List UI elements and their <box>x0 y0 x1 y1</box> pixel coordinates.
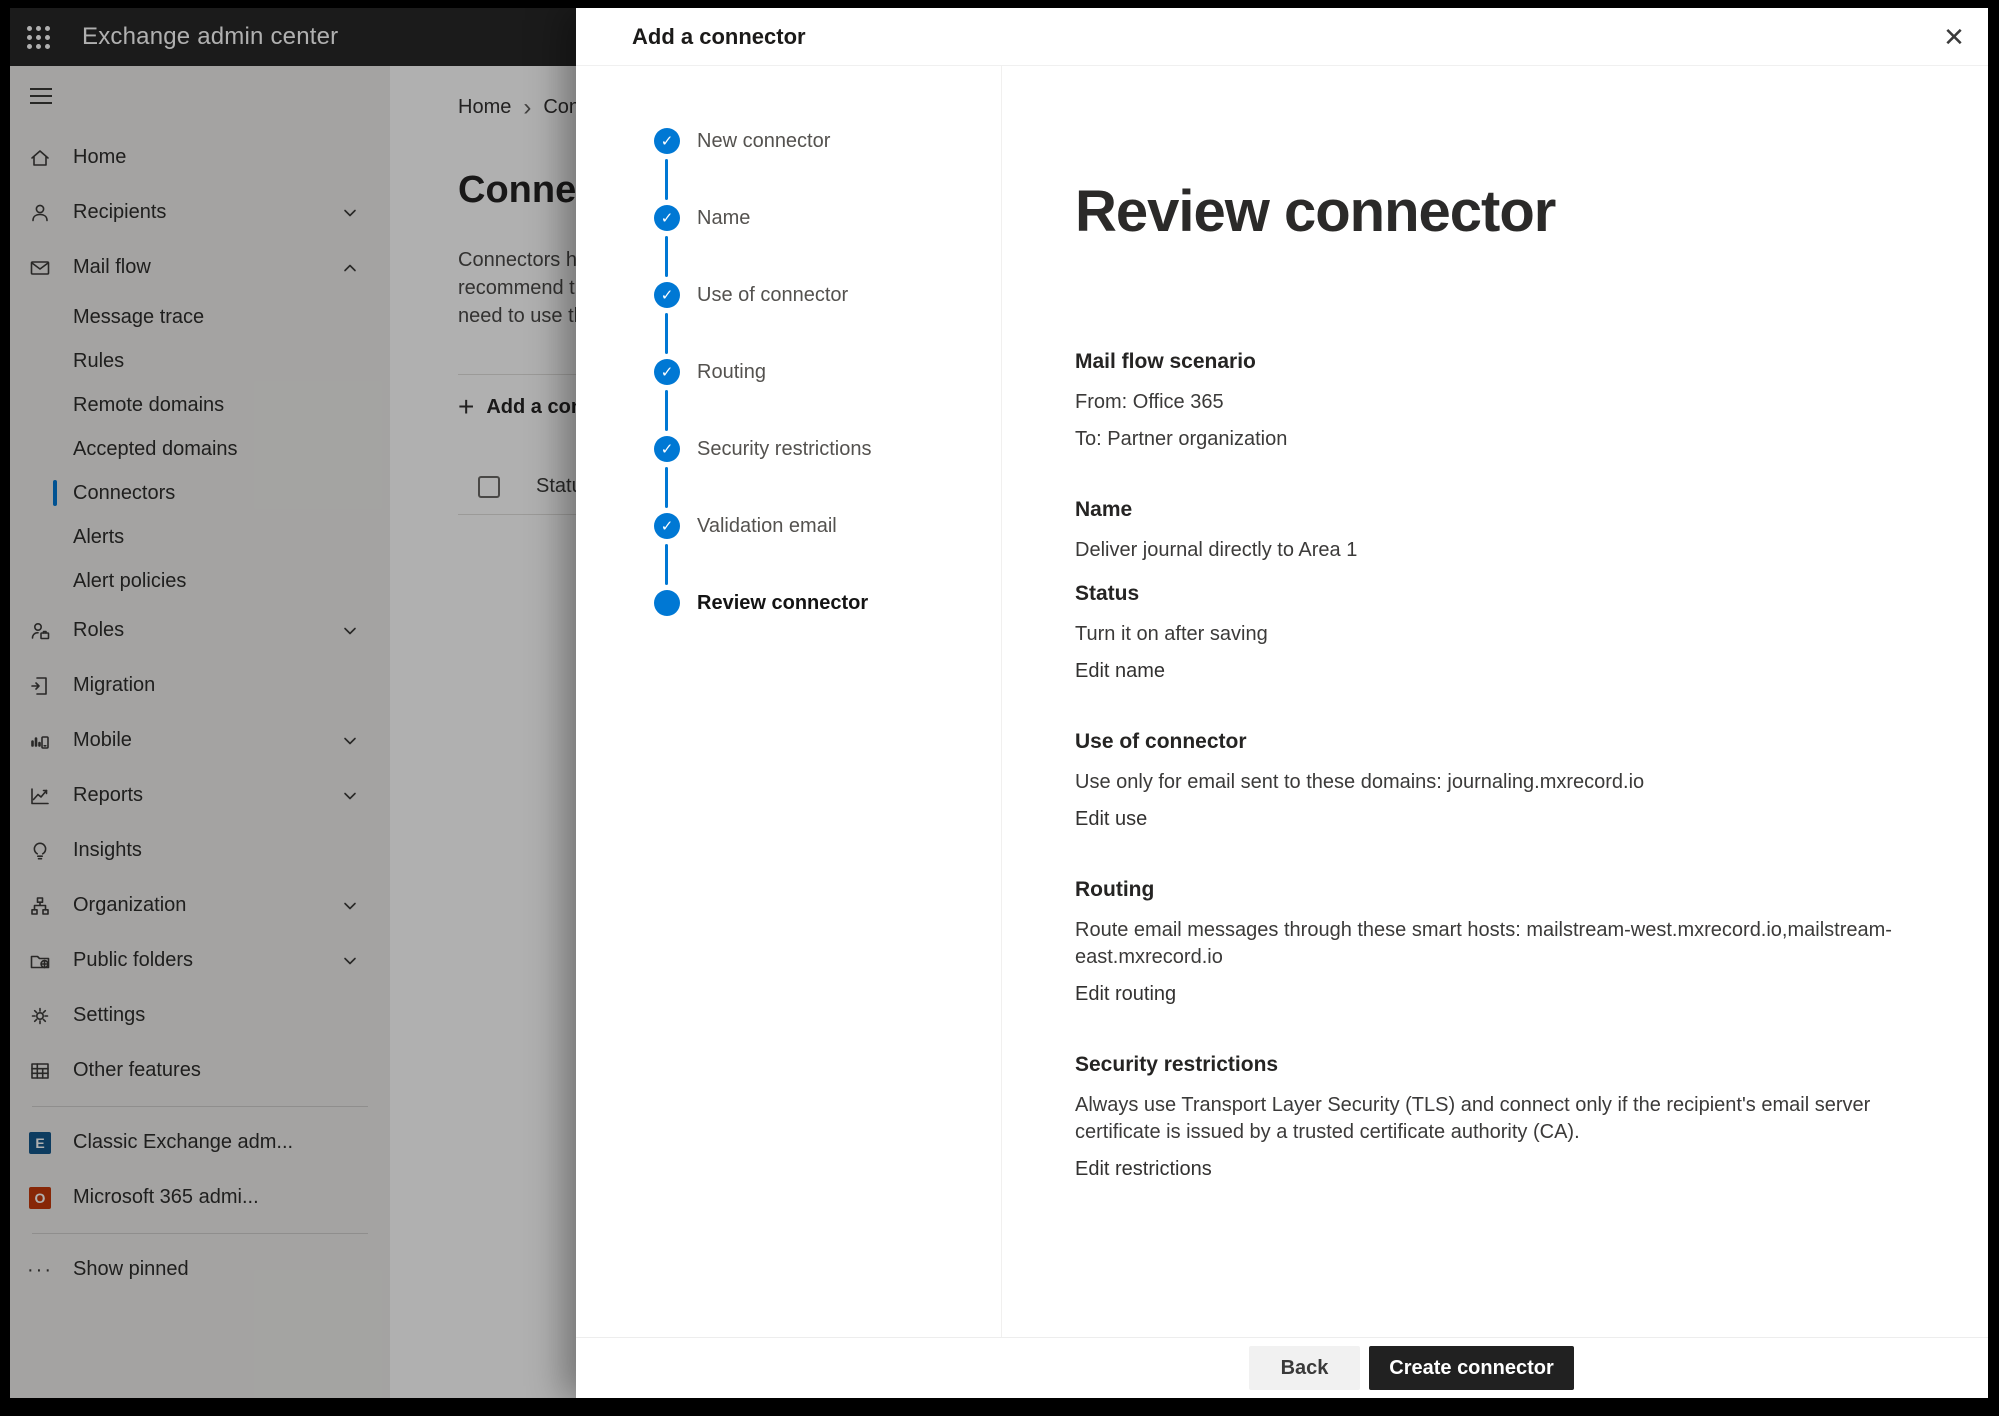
section-use-of-connector: Use of connector Use only for email sent… <box>1075 728 1915 833</box>
edit-use-link[interactable]: Edit use <box>1075 806 1147 833</box>
section-title: Use of connector <box>1075 728 1915 755</box>
section-title: Mail flow scenario <box>1075 348 1915 375</box>
edit-name-link[interactable]: Edit name <box>1075 658 1165 685</box>
close-button[interactable]: ✕ <box>1936 19 1972 55</box>
step-check-icon: ✓ <box>654 436 680 462</box>
panel-header: Add a connector ✕ <box>576 8 1988 66</box>
back-button[interactable]: Back <box>1249 1346 1360 1390</box>
app-window: Exchange admin center Home Recipients Ma… <box>10 8 1988 1398</box>
step-use-of-connector[interactable]: ✓Use of connector <box>654 282 1001 359</box>
step-review-connector[interactable]: Review connector <box>654 590 1001 667</box>
panel-title: Add a connector <box>632 24 806 50</box>
section-line: Route email messages through these smart… <box>1075 917 1915 971</box>
edit-routing-link[interactable]: Edit routing <box>1075 981 1176 1008</box>
step-check-icon: ✓ <box>654 282 680 308</box>
section-line: To: Partner organization <box>1075 426 1915 453</box>
panel-footer: Back Create connector <box>576 1337 1988 1398</box>
section-title: Security restrictions <box>1075 1051 1915 1078</box>
section-routing: Routing Route email messages through the… <box>1075 876 1915 1008</box>
section-security-restrictions: Security restrictions Always use Transpo… <box>1075 1051 1915 1183</box>
edit-restrictions-link[interactable]: Edit restrictions <box>1075 1156 1212 1183</box>
step-new-connector[interactable]: ✓New connector <box>654 128 1001 205</box>
section-title: Status <box>1075 580 1915 607</box>
wizard-stepper: ✓New connector ✓Name ✓Use of connector ✓… <box>576 66 1002 1338</box>
step-check-icon: ✓ <box>654 359 680 385</box>
create-connector-button[interactable]: Create connector <box>1369 1346 1574 1390</box>
section-title: Routing <box>1075 876 1915 903</box>
step-current-dot <box>654 590 680 616</box>
step-routing[interactable]: ✓Routing <box>654 359 1001 436</box>
section-line: Turn it on after saving <box>1075 621 1915 648</box>
step-validation-email[interactable]: ✓Validation email <box>654 513 1001 590</box>
review-panel: Review connector Mail flow scenario From… <box>1002 66 1915 1338</box>
section-name: Name Deliver journal directly to Area 1 <box>1075 496 1915 564</box>
section-line: From: Office 365 <box>1075 389 1915 416</box>
step-check-icon: ✓ <box>654 513 680 539</box>
step-security-restrictions[interactable]: ✓Security restrictions <box>654 436 1001 513</box>
close-icon: ✕ <box>1943 22 1965 53</box>
step-name[interactable]: ✓Name <box>654 205 1001 282</box>
section-line: Use only for email sent to these domains… <box>1075 769 1915 796</box>
review-heading: Review connector <box>1075 180 1915 244</box>
section-line: Deliver journal directly to Area 1 <box>1075 537 1915 564</box>
section-line: Always use Transport Layer Security (TLS… <box>1075 1092 1915 1146</box>
step-check-icon: ✓ <box>654 128 680 154</box>
section-title: Name <box>1075 496 1915 523</box>
section-status: Status Turn it on after saving Edit name <box>1075 580 1915 685</box>
section-mail-flow-scenario: Mail flow scenario From: Office 365 To: … <box>1075 348 1915 453</box>
add-connector-panel: Add a connector ✕ ✓New connector ✓Name ✓… <box>576 8 1988 1398</box>
step-check-icon: ✓ <box>654 205 680 231</box>
